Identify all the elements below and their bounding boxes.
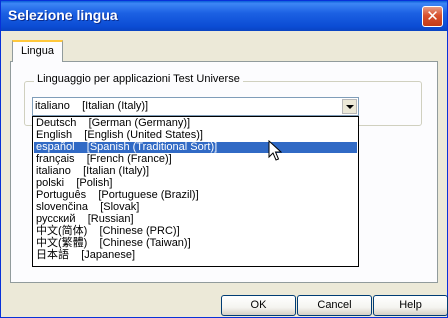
select-value: italiano [Italian (Italy)] <box>35 100 149 112</box>
list-item[interactable]: Deutsch [German (Germany)] <box>34 118 357 129</box>
list-item[interactable]: 日本語 [Japanese] <box>34 250 357 261</box>
list-item[interactable]: polski [Polish] <box>34 178 357 189</box>
list-item[interactable]: français [French (France)] <box>34 154 357 165</box>
list-item[interactable]: italiano [Italian (Italy)] <box>34 166 357 177</box>
help-button[interactable]: Help <box>373 295 448 316</box>
title-bar[interactable]: Selezione lingua ✕ <box>1 1 447 31</box>
list-item[interactable]: English [English (United States)] <box>34 130 357 141</box>
list-item[interactable]: 中文(简体) [Chinese (PRC)] <box>34 226 357 237</box>
language-dropdown-list[interactable]: Deutsch [German (Germany)] English [Engl… <box>32 116 359 267</box>
ok-button[interactable]: OK <box>221 295 296 316</box>
list-item[interactable]: русский [Russian] <box>34 214 357 225</box>
tab-lingua[interactable]: Lingua <box>12 40 64 62</box>
list-item-selected[interactable]: español [Spanish (Traditional Sort)] <box>34 142 357 153</box>
mouse-pointer-icon <box>268 140 282 161</box>
close-icon: ✕ <box>426 8 439 25</box>
list-item[interactable]: slovenčina [Slovak] <box>34 202 357 213</box>
window-title: Selezione lingua <box>8 7 118 23</box>
list-item[interactable]: 中文(繁體) [Chinese (Taiwan)] <box>34 238 357 249</box>
close-button[interactable]: ✕ <box>422 6 443 27</box>
group-label: Linguaggio per applicazioni Test Univers… <box>34 73 243 85</box>
list-item[interactable]: Português [Portuguese (Brazil)] <box>34 190 357 201</box>
language-select[interactable]: italiano [Italian (Italy)] <box>32 97 359 116</box>
cancel-button[interactable]: Cancel <box>297 295 372 316</box>
chevron-down-icon[interactable] <box>342 99 357 114</box>
